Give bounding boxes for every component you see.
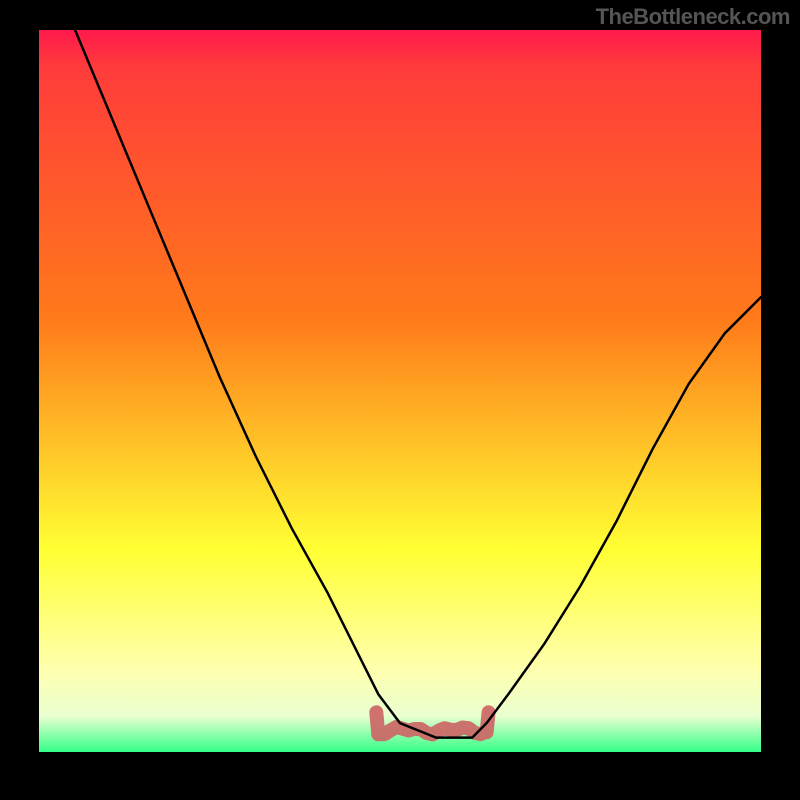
chart-frame: TheBottleneck.com	[0, 0, 800, 800]
chart-svg	[39, 30, 761, 752]
watermark-text: TheBottleneck.com	[596, 4, 790, 30]
plot-area	[39, 30, 761, 752]
gradient-background	[39, 30, 761, 752]
